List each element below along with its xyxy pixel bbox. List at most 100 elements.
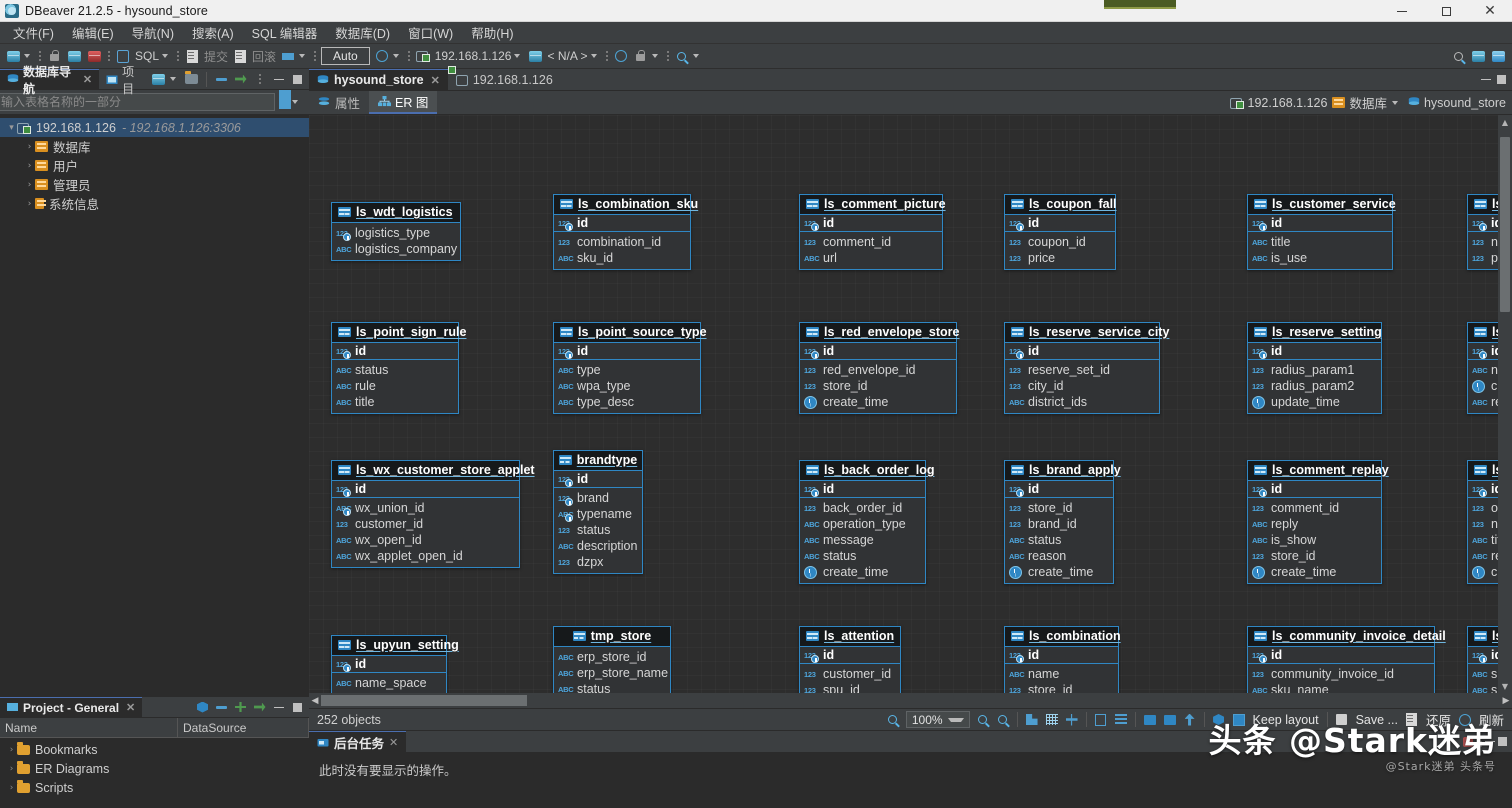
- er-table[interactable]: ls_combination_skuid combination_id sku_id: [553, 194, 698, 270]
- new-connection-button[interactable]: [3, 46, 23, 66]
- tree-node-system-info[interactable]: › 系统信息: [0, 194, 309, 213]
- sql-dropdown-caret[interactable]: [162, 54, 169, 58]
- er-column-row[interactable]: wx_applet_open_id: [332, 548, 519, 564]
- er-column-row[interactable]: comment_id: [1248, 500, 1381, 516]
- er-column-row[interactable]: erp_store_id: [554, 649, 670, 665]
- close-icon[interactable]: ✕: [126, 701, 135, 714]
- toggle-grid-button[interactable]: [1042, 710, 1062, 730]
- scrollbar-thumb[interactable]: [321, 695, 527, 706]
- print-button[interactable]: [1140, 710, 1160, 730]
- subtab-er-diagram[interactable]: ER 图: [369, 91, 438, 114]
- new-connection-dropdown-caret[interactable]: [24, 54, 30, 58]
- toolbar-drag-handle-3[interactable]: [176, 49, 180, 64]
- er-table-header[interactable]: ls_brand_apply: [1005, 461, 1121, 481]
- er-table[interactable]: ls_upyun_settingid name_spaceusername: [331, 635, 459, 693]
- zoom-in-button[interactable]: [973, 710, 993, 730]
- er-table-header[interactable]: ls_attention: [800, 627, 900, 647]
- er-column-row[interactable]: is_use: [1248, 250, 1392, 266]
- filter-settings-button[interactable]: [279, 88, 291, 109]
- search-toolbar-button[interactable]: [672, 46, 692, 66]
- restore-diagram-button[interactable]: [1402, 710, 1422, 730]
- transaction-dropdown-caret[interactable]: [299, 54, 306, 58]
- menu-database[interactable]: 数据库(D): [326, 21, 399, 44]
- chevron-right-icon[interactable]: ›: [24, 180, 35, 190]
- er-table-header[interactable]: ls_upyun_setting: [332, 636, 459, 656]
- menu-search[interactable]: 搜索(A): [183, 21, 243, 44]
- er-column-row[interactable]: reserve_set_id: [1005, 362, 1159, 378]
- er-table[interactable]: brandtype id brand typename status descriptio…: [553, 450, 643, 574]
- er-column-row[interactable]: city_id: [1005, 378, 1159, 394]
- readonly-toggle-button[interactable]: [611, 46, 631, 66]
- schema-dropdown-caret[interactable]: [590, 54, 597, 58]
- er-column-row[interactable]: title: [332, 394, 458, 410]
- refresh-diagram-button[interactable]: [1455, 710, 1475, 730]
- er-column-row[interactable]: radius_param2: [1248, 378, 1381, 394]
- toolbar-drag-handle-6[interactable]: [605, 49, 608, 64]
- er-column-row[interactable]: url: [800, 250, 942, 266]
- er-column-row[interactable]: district_ids: [1005, 394, 1159, 410]
- er-table[interactable]: ls_point_source_typeid type wpa_type type_d…: [553, 322, 707, 414]
- refresh-label[interactable]: 刷新: [1475, 710, 1508, 729]
- er-column-row[interactable]: store_id: [800, 378, 956, 394]
- er-diagram-canvas[interactable]: ls_wdt_logisticslogistics_typelogistics_…: [309, 115, 1512, 693]
- er-column-row[interactable]: spu_id: [800, 682, 900, 693]
- er-table-header[interactable]: ls_point_source_type: [554, 323, 707, 343]
- maximize-panel-button[interactable]: [289, 699, 306, 716]
- tab-project-general[interactable]: Project - General ✕: [0, 697, 143, 717]
- er-table-header[interactable]: ls_combination: [1005, 627, 1121, 647]
- chevron-right-icon[interactable]: ›: [24, 142, 35, 152]
- commit-button[interactable]: [182, 46, 202, 66]
- transaction-log-button[interactable]: [278, 46, 298, 66]
- er-column-row[interactable]: store_id: [1005, 682, 1118, 693]
- er-table-header[interactable]: brandtype: [554, 451, 642, 471]
- tab-background-tasks[interactable]: 后台任务 ✕: [309, 731, 407, 752]
- database-navigator-tree[interactable]: ▾ 192.168.1.126 - 192.168.1.126:3306 › 数…: [0, 114, 309, 696]
- er-column-row[interactable]: create_time: [1005, 564, 1113, 580]
- minimize-panel-button[interactable]: [1485, 741, 1495, 742]
- er-column-row[interactable]: customer_id: [332, 516, 519, 532]
- er-primary-key-row[interactable]: id: [554, 343, 700, 359]
- rollback-button[interactable]: [230, 46, 250, 66]
- er-table-header[interactable]: ls_red_envelope_store: [800, 323, 960, 343]
- er-table[interactable]: ls_community_invoice_detailid community_i…: [1247, 626, 1446, 693]
- er-table-header[interactable]: ls_comment_replay: [1248, 461, 1389, 481]
- toolbar-drag-handle-7[interactable]: [666, 49, 669, 64]
- view-menu-button[interactable]: [1476, 735, 1482, 749]
- er-column-row[interactable]: rule: [332, 378, 458, 394]
- menu-navigate[interactable]: 导航(N): [123, 21, 183, 44]
- collapse-all-button[interactable]: [213, 71, 230, 88]
- connection-dropdown-caret[interactable]: [514, 54, 521, 58]
- er-table[interactable]: ls_comment_pictureid comment_idurl: [799, 194, 946, 270]
- er-column-row[interactable]: status: [1005, 532, 1113, 548]
- er-column-row[interactable]: title: [1248, 234, 1392, 250]
- maximize-button[interactable]: [1424, 0, 1468, 22]
- er-column-row[interactable]: combination_id: [554, 234, 690, 250]
- er-primary-key-row[interactable]: id: [554, 471, 642, 487]
- new-object-button[interactable]: [194, 699, 211, 716]
- er-column-row[interactable]: erp_store_name: [554, 665, 670, 681]
- er-primary-key-row[interactable]: id: [800, 481, 925, 497]
- er-column-row[interactable]: operation_type: [800, 516, 925, 532]
- er-column-row[interactable]: community_invoice_id: [1248, 666, 1434, 682]
- chevron-down-icon[interactable]: ▾: [6, 123, 17, 133]
- chevron-down-icon[interactable]: [947, 717, 964, 722]
- disconnect-button[interactable]: [84, 46, 104, 66]
- breadcrumb-schema[interactable]: hysound_store: [1408, 96, 1506, 110]
- chevron-right-icon[interactable]: ›: [24, 161, 35, 171]
- toolbar-drag-handle-2[interactable]: [107, 49, 110, 64]
- er-table[interactable]: ls_combinationidnamestore_iddel_flag: [1004, 626, 1121, 693]
- close-icon[interactable]: ✕: [83, 73, 92, 86]
- save-label[interactable]: Save ...: [1352, 713, 1402, 727]
- er-column-row[interactable]: is_show: [1248, 532, 1381, 548]
- auto-commit-caret[interactable]: [392, 54, 399, 58]
- er-table[interactable]: ls_reserve_service_cityid reserve_set_idc…: [1004, 322, 1169, 414]
- upload-button[interactable]: [1180, 710, 1200, 730]
- er-column-row[interactable]: brand_id: [1005, 516, 1113, 532]
- er-column-row[interactable]: dzpx: [554, 554, 642, 570]
- er-column-row[interactable]: customer_id: [800, 666, 900, 682]
- perspective-other-button[interactable]: [1488, 46, 1508, 66]
- tree-node-databases[interactable]: › 数据库: [0, 137, 309, 156]
- show-columns-button[interactable]: [1091, 710, 1111, 730]
- scroll-right-arrow[interactable]: ▶: [1500, 696, 1512, 706]
- link-editor-button[interactable]: [251, 699, 268, 716]
